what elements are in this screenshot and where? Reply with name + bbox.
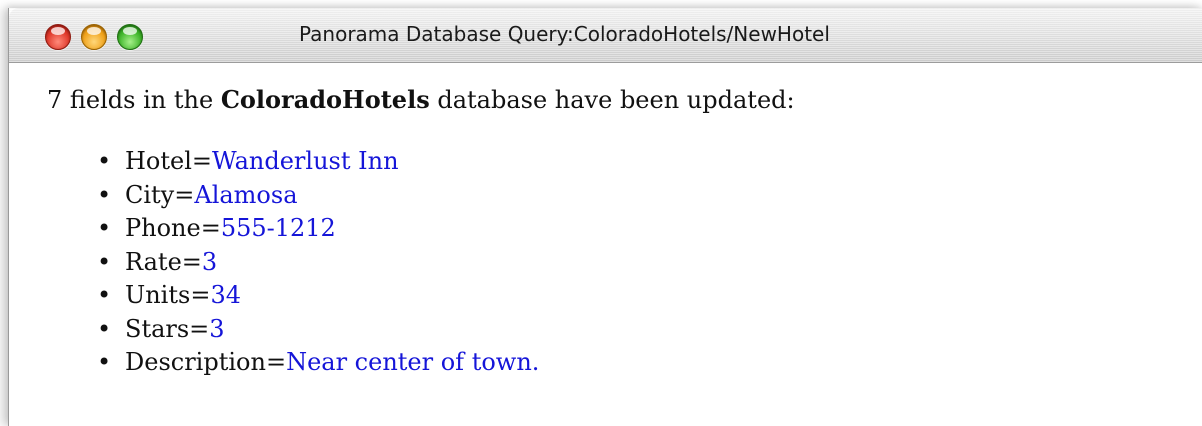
- field-value: Wanderlust Inn: [212, 147, 399, 175]
- field-name: Rate=: [125, 247, 202, 276]
- field-name: Description=: [125, 348, 287, 376]
- list-item: • Stars=3: [97, 313, 1202, 347]
- field-value: Alamosa: [194, 180, 298, 209]
- message-suffix: database have been updated:: [437, 86, 795, 114]
- database-name: ColoradoHotels: [220, 85, 430, 114]
- field-value: 555-1212: [220, 214, 336, 242]
- field-name: Units=: [125, 281, 211, 309]
- bullet-icon: •: [97, 314, 112, 343]
- bullet-icon: •: [97, 247, 112, 276]
- zoom-button[interactable]: [117, 24, 143, 50]
- field-name: Stars=: [125, 314, 210, 343]
- field-value: Near center of town.: [286, 348, 540, 376]
- bullet-icon: •: [97, 180, 112, 209]
- content-area: 7 fields in the ColoradoHotels database …: [9, 63, 1202, 380]
- list-item: • Description=Near center of town.: [97, 346, 1202, 380]
- close-button[interactable]: [45, 24, 71, 50]
- minimize-button[interactable]: [81, 24, 107, 50]
- field-value: 3: [201, 247, 218, 276]
- bullet-icon: •: [97, 147, 112, 175]
- query-window: Panorama Database Query:ColoradoHotels/N…: [8, 8, 1202, 426]
- list-item: • Hotel=Wanderlust Inn: [97, 145, 1202, 179]
- list-item: • Units=34: [97, 279, 1202, 313]
- field-value: 3: [209, 314, 225, 343]
- title-bar[interactable]: Panorama Database Query:ColoradoHotels/N…: [9, 8, 1202, 63]
- field-name: Hotel=: [125, 147, 213, 175]
- bullet-icon: •: [97, 281, 112, 309]
- list-item: • City=Alamosa: [97, 179, 1202, 213]
- window-title: Panorama Database Query:ColoradoHotels/N…: [299, 22, 830, 46]
- list-item: • Phone=555-1212: [97, 212, 1202, 246]
- list-item: • Rate=3: [97, 246, 1202, 280]
- bullet-icon: •: [97, 214, 112, 242]
- bullet-icon: •: [97, 348, 112, 376]
- message-prefix: 7 fields in the: [47, 86, 214, 114]
- update-message: 7 fields in the ColoradoHotels database …: [47, 83, 1202, 117]
- field-value: 34: [210, 281, 241, 309]
- updated-fields-list: • Hotel=Wanderlust Inn • City=Alamosa • Pho…: [47, 145, 1202, 380]
- field-name: Phone=: [125, 214, 221, 242]
- field-name: City=: [125, 180, 195, 209]
